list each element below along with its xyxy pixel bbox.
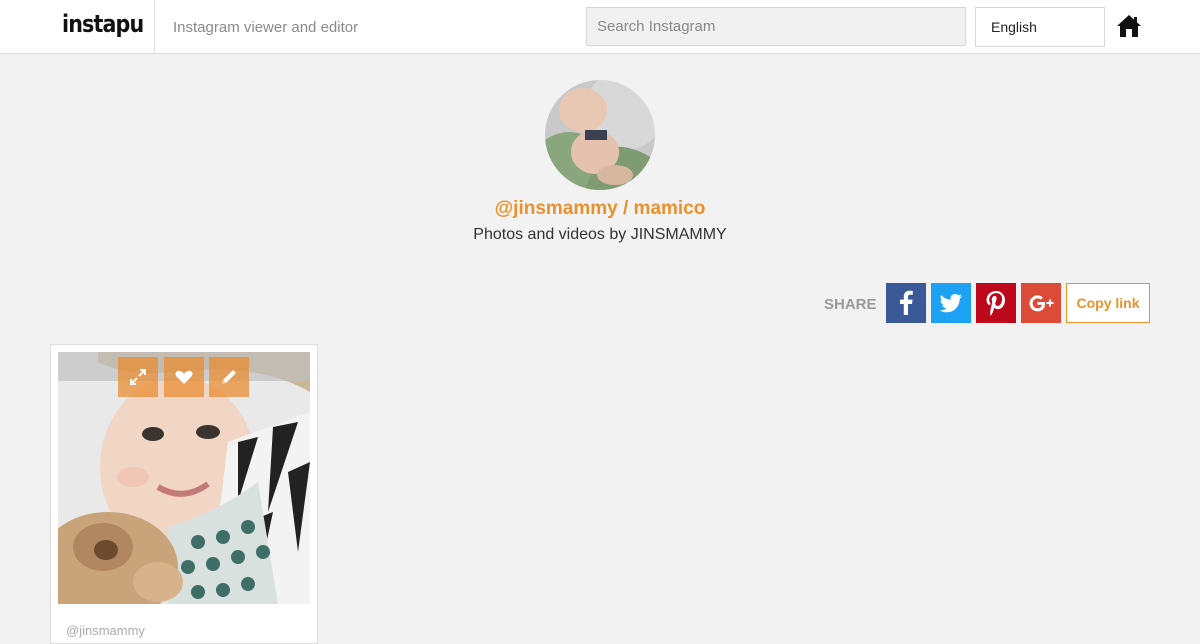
profile-avatar: [545, 80, 655, 190]
profile-subtitle: Photos and videos by JINSMAMMY: [473, 226, 727, 243]
share-label: SHARE: [824, 296, 877, 313]
top-header: instapu Instagram viewer and editor Engl…: [0, 0, 1200, 54]
site-tagline: Instagram viewer and editor: [173, 19, 359, 36]
search-input[interactable]: [586, 7, 966, 46]
google-plus-icon[interactable]: [1021, 283, 1061, 323]
copy-link-button[interactable]: Copy link: [1066, 283, 1150, 323]
profile-username[interactable]: @jinsmammy / mamico: [0, 198, 1200, 220]
post-photo[interactable]: [58, 352, 310, 604]
header-divider: [154, 0, 155, 54]
expand-icon[interactable]: [118, 357, 158, 397]
post-card[interactable]: @jinsmammy: [50, 344, 318, 644]
twitter-icon[interactable]: [931, 283, 971, 323]
site-logo[interactable]: instapu: [62, 10, 144, 38]
facebook-icon[interactable]: [886, 283, 926, 323]
heart-icon[interactable]: [164, 357, 204, 397]
pinterest-icon[interactable]: [976, 283, 1016, 323]
pencil-icon[interactable]: [209, 357, 249, 397]
post-username[interactable]: @jinsmammy: [66, 623, 145, 638]
language-select[interactable]: English: [975, 7, 1105, 47]
home-icon[interactable]: [1116, 14, 1142, 38]
